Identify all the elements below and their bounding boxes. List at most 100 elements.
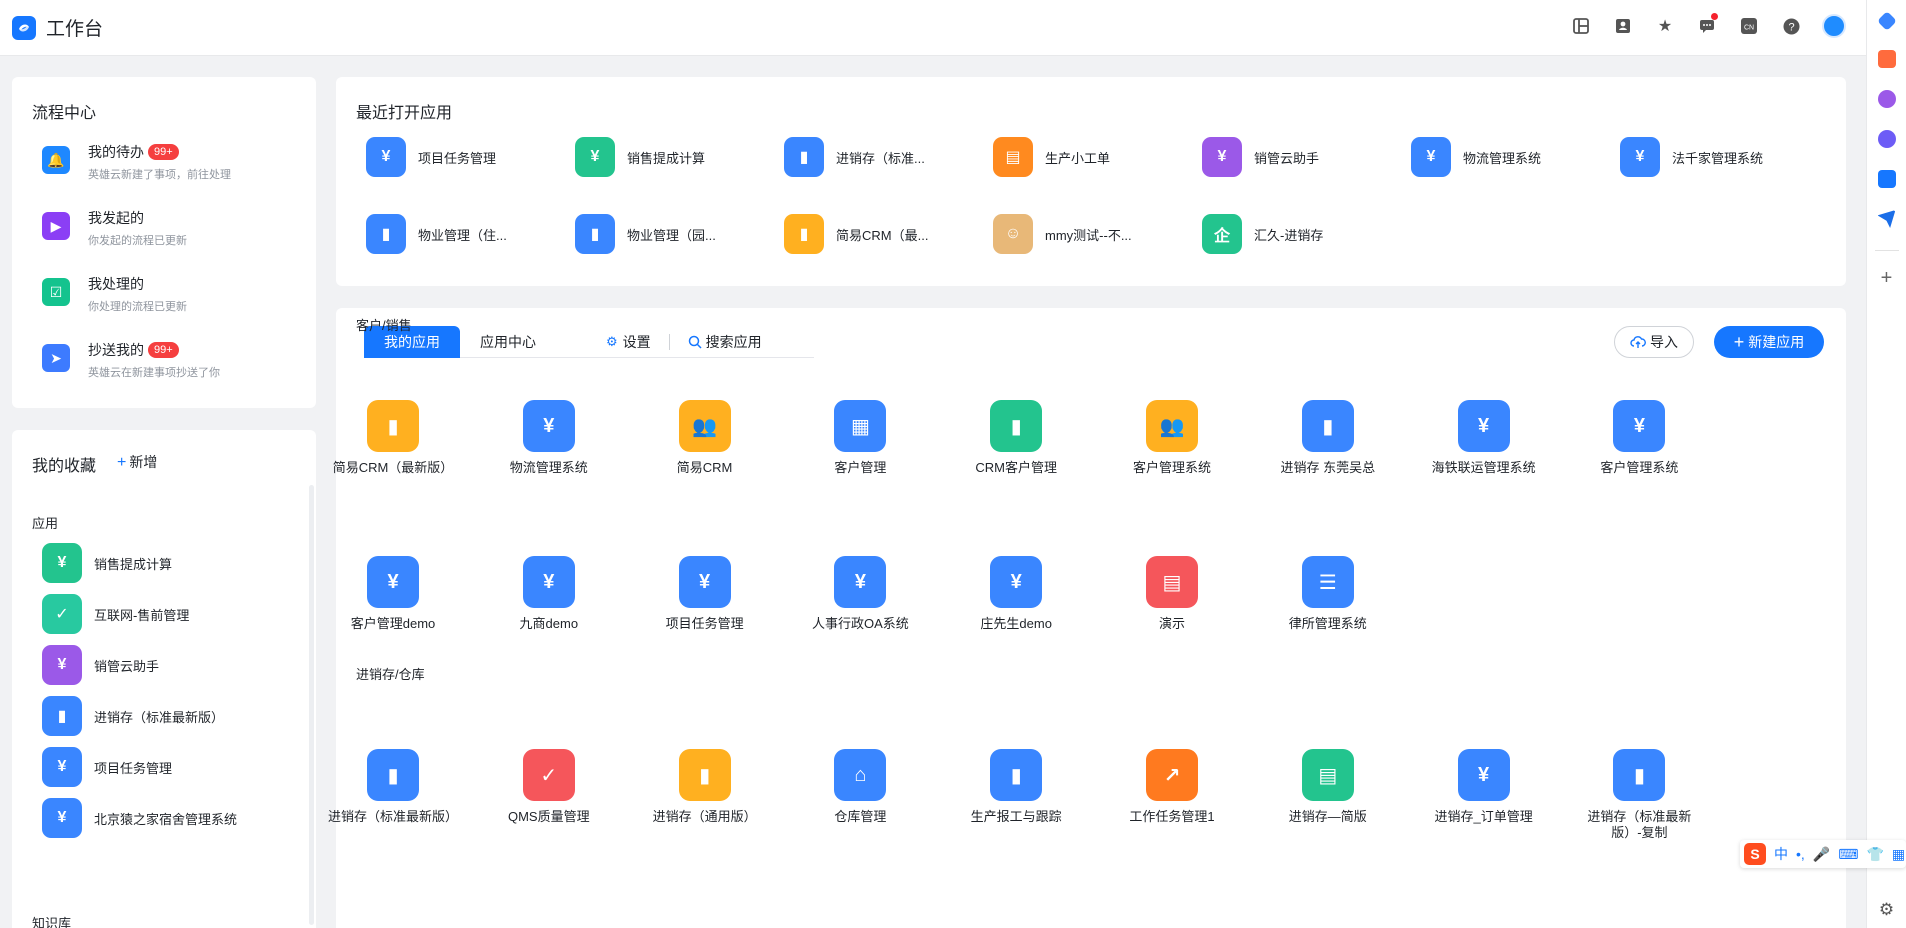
app-tile[interactable]: ▮ 进销存 东莞吴总 (1258, 400, 1398, 476)
recent-app-item[interactable]: ▮ 简易CRM（最... (784, 214, 974, 254)
plane-icon[interactable] (1877, 210, 1896, 228)
search-apps-button[interactable]: 搜索应用 (688, 332, 762, 352)
app-tile[interactable]: 👥 客户管理系统 (1102, 400, 1242, 476)
app-tile-label: 生产报工与跟踪 (970, 809, 1062, 824)
app-tile[interactable]: ¥ 海铁联运管理系统 (1414, 400, 1554, 476)
app-tile[interactable]: ▤ 演示 (1102, 556, 1242, 632)
language-icon[interactable]: CN (1738, 15, 1760, 37)
app-tile[interactable]: 👥 简易CRM (635, 400, 775, 476)
flow-item[interactable]: ➤ 抄送我的 99+ 英雄云在新建事项抄送了你 (42, 340, 302, 390)
favorite-item[interactable]: ✓ 互联网-售前管理 (42, 594, 189, 634)
app-tile[interactable]: ▮ 进销存（标准最新版） (323, 749, 463, 825)
import-button[interactable]: 导入 (1614, 326, 1694, 358)
flow-item[interactable]: 🔔 我的待办 99+ 英雄云新建了事项，前往处理 (42, 142, 302, 192)
flow-item-label: 抄送我的 (88, 342, 144, 358)
tab-app-center[interactable]: 应用中心 (460, 326, 556, 358)
tag-icon[interactable] (1876, 11, 1897, 31)
layout-icon[interactable] (1570, 15, 1592, 37)
favorite-item-label: 销管云助手 (94, 658, 160, 674)
favorite-item-label: 互联网-售前管理 (94, 607, 190, 623)
recent-app-item[interactable]: ▮ 物业管理（住... (366, 214, 556, 254)
help-icon[interactable]: ? (1780, 15, 1802, 37)
punctuation-icon[interactable]: •, (1796, 846, 1805, 862)
app-tile[interactable]: ▮ 进销存（标准最新版）-复制 (1569, 749, 1709, 841)
cube-icon[interactable] (1877, 130, 1896, 148)
flow-item-name: 我发起的 (88, 208, 187, 228)
app-icon: ¥ (522, 400, 575, 452)
app-tile[interactable]: ⌂ 仓库管理 (790, 749, 930, 825)
favorite-item-label: 进销存（标准最新版） (94, 709, 225, 725)
flow-item[interactable]: ☑ 我处理的 你处理的流程已更新 (42, 274, 302, 324)
app-tile[interactable]: ▦ 客户管理 (790, 400, 930, 476)
ime-toolbar[interactable]: S 中 •, 🎤 ⌨ 👕 ▦ (1740, 840, 1906, 868)
message-icon[interactable] (1696, 13, 1718, 37)
recent-app-item[interactable]: ▮ 物业管理（园... (575, 214, 765, 254)
settings-button[interactable]: ⚙ 设置 (606, 332, 651, 352)
app-tile[interactable]: ¥ 九商demo (479, 556, 619, 632)
recent-app-label: 汇久-进销存 (1254, 227, 1324, 243)
app-icon: ▮ (1613, 749, 1666, 801)
new-app-button[interactable]: + 新建应用 (1714, 326, 1824, 358)
flow-center-card: 流程中心 🔔 我的待办 99+ 英雄云新建了事项，前往处理 ▶ 我发起的 你发起的流程已更新… (12, 77, 316, 408)
app-tile[interactable]: ¥ 物流管理系统 (479, 400, 619, 476)
app-icon: ▤ (993, 137, 1033, 177)
app-tile[interactable]: ▮ CRM客户管理 (946, 400, 1086, 476)
app-tile-label: 进销存—简版 (1288, 809, 1367, 824)
favorites-scrollbar[interactable] (309, 485, 314, 925)
keyboard-icon[interactable]: ⌨ (1838, 846, 1858, 863)
recent-app-item[interactable]: 企汇久-进销存 (1202, 214, 1392, 254)
favorite-item[interactable]: ¥ 项目任务管理 (42, 747, 172, 787)
outlook-icon[interactable] (1877, 170, 1896, 188)
app-tile[interactable]: ☰ 律所管理系统 (1258, 556, 1398, 632)
add-favorite-button[interactable]: + 新增 (117, 452, 157, 472)
favorite-item[interactable]: ¥ 销管云助手 (42, 645, 159, 685)
app-tile-label: 九商demo (519, 616, 579, 631)
favorite-item[interactable]: ¥ 销售提成计算 (42, 543, 172, 583)
app-icon: ▮ (784, 137, 824, 177)
gear-icon[interactable]: ⚙ (1879, 900, 1894, 920)
app-icon: ☰ (1301, 556, 1354, 608)
ime-mode-label[interactable]: 中 (1774, 844, 1788, 864)
app-tile[interactable]: ¥ 进销存_订单管理 (1414, 749, 1554, 825)
app-tile[interactable]: ✓ QMS质量管理 (479, 749, 619, 825)
recent-app-item[interactable]: ¥ 物流管理系统 (1411, 137, 1601, 177)
toolbox-icon[interactable] (1877, 50, 1896, 68)
user-icon[interactable] (1877, 90, 1896, 108)
app-tile[interactable]: ¥ 庄先生demo (946, 556, 1086, 632)
favorite-item[interactable]: ▮ 进销存（标准最新版） (42, 696, 224, 736)
recent-app-item[interactable]: ¥ 销管云助手 (1202, 137, 1392, 177)
flow-item-subtitle: 英雄云在新建事项抄送了你 (88, 367, 220, 379)
app-tile[interactable]: ¥ 人事行政OA系统 (790, 556, 930, 632)
recent-app-item[interactable]: ▤ 生产小工单 (993, 137, 1183, 177)
grid-icon[interactable]: ▦ (1892, 846, 1905, 863)
app-tile[interactable]: ▮ 生产报工与跟踪 (946, 749, 1086, 825)
recent-app-item[interactable]: ¥ 法千家管理系统 (1620, 137, 1810, 177)
app-tile[interactable]: ¥ 客户管理demo (323, 556, 463, 632)
app-tile[interactable]: ¥ 客户管理系统 (1569, 400, 1709, 476)
sogou-icon[interactable]: S (1744, 843, 1766, 865)
play-icon: ▶ (42, 212, 70, 240)
recent-app-item[interactable]: ☺ mmy测试--不... (993, 214, 1183, 254)
recent-app-item[interactable]: ▮ 进销存（标准... (784, 137, 974, 177)
app-icon: ¥ (367, 556, 419, 608)
app-icon: ¥ (1411, 137, 1451, 177)
star-icon[interactable]: ★ (1654, 15, 1676, 37)
contacts-icon[interactable] (1612, 15, 1634, 37)
app-tile[interactable]: ▮ 简易CRM（最新版） (323, 400, 463, 476)
app-tile[interactable]: ¥ 项目任务管理 (635, 556, 775, 632)
microphone-icon[interactable]: 🎤 (1813, 846, 1830, 863)
add-icon[interactable]: + (1881, 268, 1893, 288)
avatar[interactable] (1822, 14, 1846, 38)
app-tile[interactable]: ↗ 工作任务管理1 (1102, 749, 1242, 825)
app-icon: ¥ (834, 556, 887, 608)
flow-item[interactable]: ▶ 我发起的 你发起的流程已更新 (42, 208, 302, 258)
favorite-item[interactable]: ¥ 北京猿之家宿舍管理系统 (42, 798, 237, 838)
plus-icon: + (1733, 332, 1745, 352)
app-tile[interactable]: ▮ 进销存（通用版） (635, 749, 775, 825)
favorite-item-label: 销售提成计算 (94, 556, 173, 572)
app-tile[interactable]: ▤ 进销存—简版 (1258, 749, 1398, 825)
shirt-icon[interactable]: 👕 (1866, 846, 1883, 863)
recent-app-item[interactable]: ¥ 销售提成计算 (575, 137, 765, 177)
app-icon: ▮ (367, 400, 419, 452)
recent-app-item[interactable]: ¥ 项目任务管理 (366, 137, 556, 177)
